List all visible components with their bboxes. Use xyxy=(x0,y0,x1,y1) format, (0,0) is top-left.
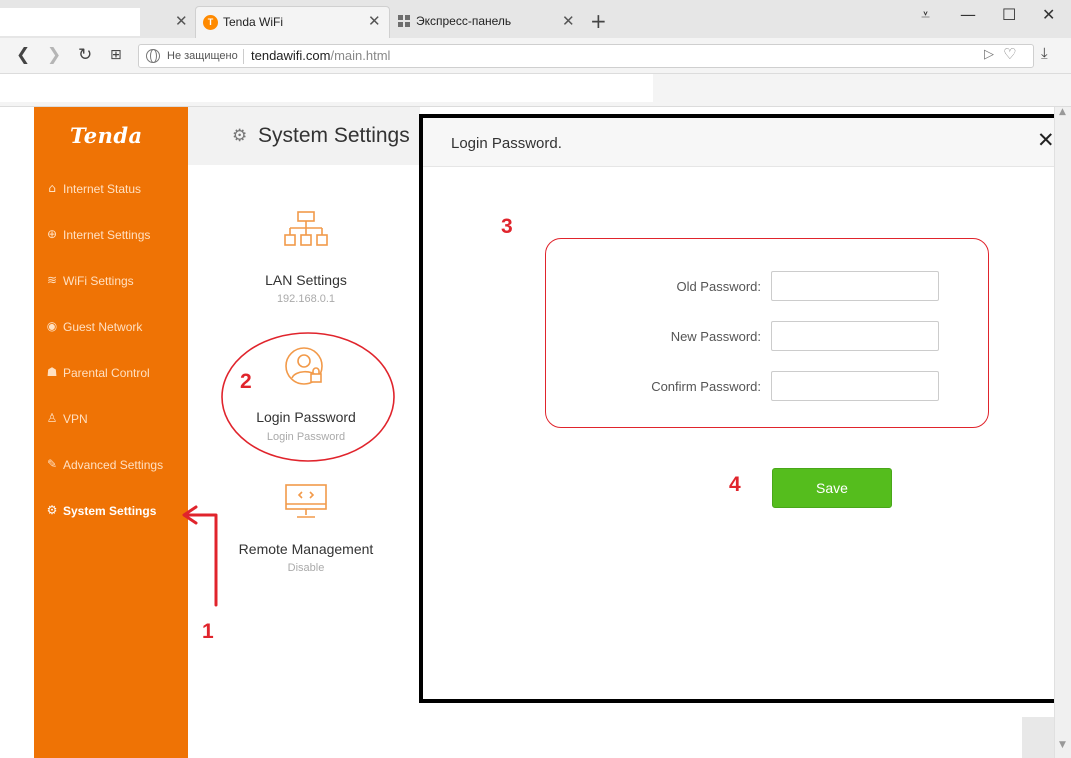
user-lock-icon xyxy=(285,347,323,385)
minimize-icon[interactable]: — xyxy=(960,5,976,24)
annotation-number-3: 3 xyxy=(501,215,513,238)
wifi-icon: ≋ xyxy=(46,273,58,287)
router-page: Tenda ⌂ Internet Status ⊕ Internet Setti… xyxy=(0,107,1071,758)
tab-tenda-wifi[interactable]: T Tenda WiFi ✕ xyxy=(195,6,390,38)
heart-icon[interactable]: ♡ xyxy=(1003,45,1016,63)
router-icon: ⌂ xyxy=(48,181,56,195)
old-password-label: Old Password: xyxy=(676,279,761,294)
notification-strip xyxy=(0,74,1071,107)
sidebar-item-parental-control[interactable]: ☗ Parental Control xyxy=(34,358,188,388)
lan-topology-icon xyxy=(284,211,328,246)
send-icon[interactable]: ▷ xyxy=(984,47,994,62)
reload-icon[interactable]: ↻ xyxy=(78,45,92,65)
back-icon[interactable]: ❮ xyxy=(16,45,30,65)
card-subtitle: Disable xyxy=(287,562,325,574)
sidebar-item-internet-status[interactable]: ⌂ Internet Status xyxy=(34,174,188,204)
sidebar-item-label: VPN xyxy=(63,412,88,426)
scroll-up-icon[interactable]: ▲ xyxy=(1059,107,1066,117)
wrench-icon: ✎ xyxy=(46,457,58,471)
page-title: System Settings xyxy=(258,124,410,147)
confirm-password-label: Confirm Password: xyxy=(651,379,761,394)
corner-box xyxy=(1022,717,1054,758)
card-subtitle: Login Password xyxy=(266,431,346,443)
sidebar-item-label: Internet Status xyxy=(63,182,142,196)
sidebar-item-internet-settings[interactable]: ⊕ Internet Settings xyxy=(34,220,188,250)
url-field[interactable]: Не защищено tendawifi.com/main.html ▷ ♡ xyxy=(138,44,1034,68)
guest-icon: ◉ xyxy=(46,319,58,333)
page-scrollbar[interactable]: ▲ ▼ xyxy=(1054,107,1071,758)
url-text: tendawifi.com/main.html xyxy=(251,48,390,63)
card-remote-management[interactable]: Remote Management Disable xyxy=(210,484,402,574)
maximize-icon[interactable]: ☐ xyxy=(1002,5,1016,24)
sidebar-item-label: Internet Settings xyxy=(63,228,151,242)
dialog-header: Login Password. ✕ xyxy=(423,118,1068,167)
section-header: ⚙ System Settings xyxy=(188,107,420,165)
card-subtitle: 192.168.0.1 xyxy=(276,293,336,305)
card-lan-settings[interactable]: LAN Settings 192.168.0.1 xyxy=(210,211,402,305)
close-window-icon[interactable]: ✕ xyxy=(1042,5,1055,24)
browser-window: ✕ T Tenda WiFi ✕ Экспресс-панель ✕ + ⩡ —… xyxy=(0,0,1071,758)
sidebar-item-system-settings[interactable]: ⚙ System Settings xyxy=(34,496,188,526)
tenda-logo: Tenda xyxy=(70,123,143,148)
annotation-number-1: 1 xyxy=(202,620,214,643)
sidebar-item-vpn[interactable]: ♙ VPN xyxy=(34,404,188,434)
sidebar-item-label: Guest Network xyxy=(63,320,143,334)
sidebar-item-advanced-settings[interactable]: ✎ Advanced Settings xyxy=(34,450,188,480)
speed-dial-icon[interactable]: ⊞ xyxy=(110,47,122,63)
sidebar-item-wifi-settings[interactable]: ≋ WiFi Settings xyxy=(34,266,188,296)
forward-icon[interactable]: ❯ xyxy=(47,45,61,65)
strip-blank xyxy=(0,74,653,102)
tab-bar: ✕ T Tenda WiFi ✕ Экспресс-панель ✕ + ⩡ —… xyxy=(0,0,1071,38)
sidebar-item-label: WiFi Settings xyxy=(63,274,134,288)
card-title: Login Password xyxy=(256,409,356,425)
annotation-number-4: 4 xyxy=(729,473,741,496)
tab-express-panel[interactable]: Экспресс-панель xyxy=(416,14,511,28)
card-title: Remote Management xyxy=(238,541,374,557)
sidebar-item-label: Advanced Settings xyxy=(63,458,164,472)
scroll-down-icon[interactable]: ▼ xyxy=(1059,740,1066,750)
tab-label: Tenda WiFi xyxy=(223,15,284,29)
login-password-dialog: Login Password. ✕ Old Password: New Pass… xyxy=(419,114,1071,703)
sidebar: Tenda ⌂ Internet Status ⊕ Internet Setti… xyxy=(34,107,188,758)
gear-icon: ⚙ xyxy=(232,126,248,146)
sidebar-item-label: System Settings xyxy=(63,504,157,518)
tab-blank[interactable] xyxy=(0,8,140,36)
tab-close-icon[interactable]: ✕ xyxy=(368,12,381,30)
card-title: LAN Settings xyxy=(265,272,347,288)
grid-icon xyxy=(398,15,410,27)
sidebar-item-guest-network[interactable]: ◉ Guest Network xyxy=(34,312,188,342)
browser-menu-icon[interactable]: ⩡ xyxy=(921,5,930,25)
old-password-input[interactable] xyxy=(771,271,939,301)
gear-icon: ⚙ xyxy=(46,503,58,517)
confirm-password-input[interactable] xyxy=(771,371,939,401)
remote-monitor-icon xyxy=(285,484,327,518)
save-button[interactable]: Save xyxy=(772,468,892,508)
new-tab-button[interactable]: + xyxy=(590,9,607,33)
tenda-favicon-icon: T xyxy=(203,15,218,30)
card-login-password[interactable]: Login Password Login Password xyxy=(210,345,402,443)
tab-close-icon[interactable]: ✕ xyxy=(175,12,188,30)
url-host: tendawifi.com xyxy=(251,48,331,63)
sidebar-item-label: Parental Control xyxy=(63,366,150,380)
globe-icon: ⊕ xyxy=(46,227,58,241)
address-bar: ❮ ❯ ↻ ⊞ Не защищено tendawifi.com/main.h… xyxy=(0,38,1071,74)
security-label: Не защищено xyxy=(167,50,238,62)
url-path: /main.html xyxy=(330,48,391,63)
parental-icon: ☗ xyxy=(46,365,58,379)
tab-close-icon[interactable]: ✕ xyxy=(562,12,575,30)
close-icon[interactable]: ✕ xyxy=(1037,128,1055,152)
new-password-input[interactable] xyxy=(771,321,939,351)
vpn-icon: ♙ xyxy=(46,411,58,425)
new-password-label: New Password: xyxy=(670,329,761,344)
globe-icon xyxy=(146,49,160,63)
url-separator xyxy=(243,49,244,64)
download-icon[interactable]: ⤓ xyxy=(1041,44,1048,62)
annotation-number-2: 2 xyxy=(240,370,252,393)
dialog-title: Login Password. xyxy=(451,135,562,152)
